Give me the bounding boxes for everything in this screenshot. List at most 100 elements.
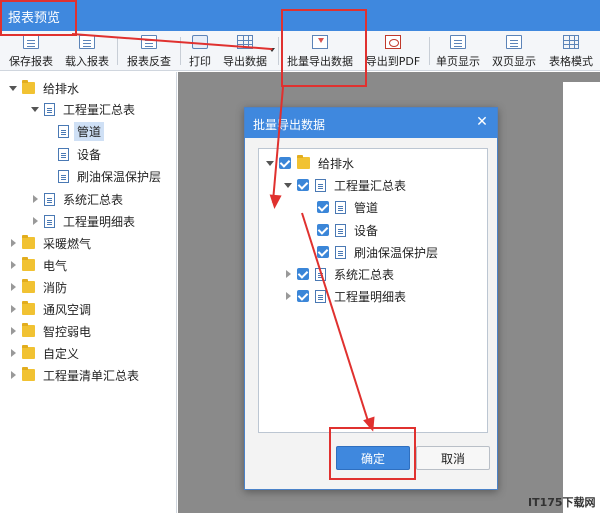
export-item-label: 管道 bbox=[354, 200, 379, 215]
page-icon bbox=[315, 289, 326, 303]
checkbox-checked-icon[interactable] bbox=[297, 290, 309, 302]
export-pdf-label: 导出到PDF bbox=[365, 55, 421, 68]
double-page-button[interactable]: 双页显示 bbox=[490, 31, 538, 71]
tree-item-label: 工程量清单汇总表 bbox=[43, 368, 140, 383]
print-button[interactable]: 打印 bbox=[186, 31, 214, 71]
page-icon bbox=[335, 223, 346, 237]
export-item-insulation[interactable]: 刷油保温保护层 bbox=[317, 242, 438, 262]
save-report-icon bbox=[23, 35, 39, 49]
tree-item-electrical[interactable]: 电气 bbox=[8, 255, 67, 275]
single-page-label: 单页显示 bbox=[436, 55, 480, 68]
page-icon bbox=[44, 192, 55, 206]
checkbox-checked-icon[interactable] bbox=[297, 268, 309, 280]
tree-item-label: 智控弱电 bbox=[43, 324, 92, 339]
tree-item-quantity-detail[interactable]: 工程量明细表 bbox=[30, 211, 135, 231]
annotation-box-confirm bbox=[329, 427, 416, 480]
folder-icon bbox=[297, 155, 310, 169]
export-item-system-summary[interactable]: 系统汇总表 bbox=[283, 264, 394, 284]
expand-arrow-icon[interactable] bbox=[8, 282, 18, 292]
checkbox-checked-icon[interactable] bbox=[317, 224, 329, 236]
preview-page bbox=[563, 82, 600, 513]
tree-item-hvac[interactable]: 通风空调 bbox=[8, 299, 91, 319]
tree-item-quantity-summary[interactable]: 工程量汇总表 bbox=[30, 99, 135, 119]
toolbar-separator bbox=[429, 37, 430, 65]
page-icon bbox=[335, 200, 346, 214]
page-icon bbox=[315, 178, 326, 192]
load-report-label: 载入报表 bbox=[65, 55, 109, 68]
expand-arrow-icon[interactable] bbox=[283, 269, 293, 279]
expand-arrow-icon[interactable] bbox=[8, 348, 18, 358]
table-mode-button[interactable]: 表格模式 bbox=[547, 31, 595, 71]
toolbar-separator bbox=[278, 37, 279, 65]
tree-item-label: 系统汇总表 bbox=[63, 192, 124, 207]
tree-item-label: 工程量明细表 bbox=[63, 214, 136, 229]
folder-icon bbox=[22, 279, 35, 293]
table-mode-label: 表格模式 bbox=[549, 55, 593, 68]
page-icon bbox=[58, 169, 69, 183]
collapse-arrow-icon[interactable] bbox=[30, 104, 40, 114]
checkbox-checked-icon[interactable] bbox=[317, 201, 329, 213]
collapse-arrow-icon[interactable] bbox=[8, 83, 18, 93]
double-page-icon bbox=[506, 35, 522, 49]
cancel-button[interactable]: 取消 bbox=[416, 446, 490, 470]
expand-arrow-icon[interactable] bbox=[8, 238, 18, 248]
tree-item-water-supply[interactable]: 给排水 bbox=[8, 78, 79, 98]
export-item-label: 给排水 bbox=[318, 156, 355, 171]
dialog-title-bar: 批量导出数据 ✕ bbox=[245, 108, 497, 138]
tree-item-label: 消防 bbox=[43, 280, 68, 295]
export-item-quantity-detail[interactable]: 工程量明细表 bbox=[283, 286, 406, 306]
export-tree: 给排水 工程量汇总表 管道 设备 刷油保温保护层 系统汇总表 工程量明细表 bbox=[258, 148, 488, 433]
pdf-icon bbox=[385, 35, 401, 49]
export-data-button[interactable]: 导出数据 bbox=[221, 31, 269, 71]
tree-item-equipment[interactable]: 设备 bbox=[58, 144, 101, 164]
expand-arrow-icon[interactable] bbox=[8, 260, 18, 270]
table-mode-icon bbox=[563, 35, 579, 49]
single-page-button[interactable]: 单页显示 bbox=[434, 31, 482, 71]
checkbox-checked-icon[interactable] bbox=[279, 157, 291, 169]
annotation-arrowhead bbox=[268, 194, 282, 210]
collapse-arrow-icon[interactable] bbox=[265, 158, 275, 168]
report-tree-panel: 给排水 工程量汇总表 管道 设备 刷油保温保护层 系统汇总表 工程量明细表 采暖… bbox=[0, 72, 177, 513]
tree-item-label: 电气 bbox=[43, 258, 68, 273]
tree-item-system-summary[interactable]: 系统汇总表 bbox=[30, 189, 123, 209]
tree-item-pipe[interactable]: 管道 bbox=[58, 121, 105, 141]
export-item-pipe[interactable]: 管道 bbox=[317, 197, 378, 217]
tree-item-custom[interactable]: 自定义 bbox=[8, 343, 79, 363]
expand-arrow-icon[interactable] bbox=[30, 216, 40, 226]
save-report-button[interactable]: 保存报表 bbox=[7, 31, 55, 71]
checkbox-checked-icon[interactable] bbox=[317, 246, 329, 258]
load-report-icon bbox=[79, 35, 95, 49]
folder-icon bbox=[22, 301, 35, 315]
toolbar-separator bbox=[117, 37, 118, 65]
expand-arrow-icon[interactable] bbox=[8, 370, 18, 380]
export-data-label: 导出数据 bbox=[223, 55, 267, 68]
tree-item-insulation[interactable]: 刷油保温保护层 bbox=[58, 166, 161, 186]
export-item-label: 工程量明细表 bbox=[334, 289, 407, 304]
tree-item-bill-summary[interactable]: 工程量清单汇总表 bbox=[8, 365, 139, 385]
export-item-water-supply[interactable]: 给排水 bbox=[265, 153, 354, 173]
tree-item-label: 管道 bbox=[74, 121, 105, 141]
expand-arrow-icon[interactable] bbox=[30, 194, 40, 204]
watermark-logo: IT175下载网 bbox=[528, 496, 596, 509]
export-item-label: 刷油保温保护层 bbox=[354, 245, 439, 260]
tree-item-label: 通风空调 bbox=[43, 302, 92, 317]
expand-arrow-icon[interactable] bbox=[8, 304, 18, 314]
checkbox-checked-icon[interactable] bbox=[297, 179, 309, 191]
tree-item-label: 设备 bbox=[77, 147, 102, 162]
expand-arrow-icon[interactable] bbox=[283, 291, 293, 301]
single-page-icon bbox=[450, 35, 466, 49]
collapse-arrow-icon[interactable] bbox=[283, 180, 293, 190]
export-pdf-button[interactable]: 导出到PDF bbox=[362, 31, 424, 71]
export-item-quantity-summary[interactable]: 工程量汇总表 bbox=[283, 175, 406, 195]
export-item-equipment[interactable]: 设备 bbox=[317, 220, 378, 240]
export-item-label: 设备 bbox=[354, 223, 379, 238]
tree-item-fire[interactable]: 消防 bbox=[8, 277, 67, 297]
tree-item-heating-gas[interactable]: 采暖燃气 bbox=[8, 233, 91, 253]
close-icon[interactable]: ✕ bbox=[475, 115, 489, 129]
tree-item-low-voltage[interactable]: 智控弱电 bbox=[8, 321, 91, 341]
folder-icon bbox=[22, 345, 35, 359]
report-lookup-label: 报表反查 bbox=[127, 55, 171, 68]
expand-arrow-icon[interactable] bbox=[8, 326, 18, 336]
folder-icon bbox=[22, 235, 35, 249]
tree-item-label: 刷油保温保护层 bbox=[77, 169, 162, 184]
